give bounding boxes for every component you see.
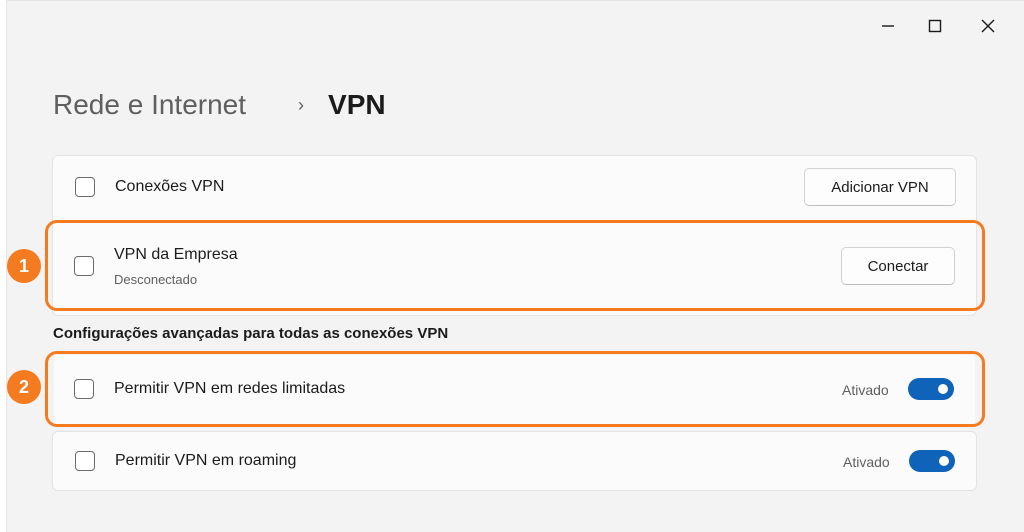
setting-row-roaming[interactable]: Permitir VPN em roaming Ativado	[52, 431, 977, 491]
add-vpn-button[interactable]: Adicionar VPN	[804, 168, 956, 206]
setting-roaming-toggle[interactable]	[909, 450, 955, 472]
annotation-badge-1: 1	[7, 249, 41, 283]
setting-roaming-label: Permitir VPN em roaming	[115, 452, 297, 469]
vpn-connections-label: Conexões VPN	[115, 178, 225, 195]
chevron-right-icon: ›	[298, 94, 305, 115]
setting-roaming-state: Ativado	[843, 454, 890, 470]
breadcrumb: Rede e Internet › VPN	[53, 89, 386, 121]
maximize-icon	[928, 19, 942, 33]
close-button[interactable]	[973, 13, 1003, 39]
minimize-button[interactable]	[873, 13, 903, 39]
vpn-connections-checkbox[interactable]	[75, 177, 95, 197]
toggle-knob	[939, 456, 949, 466]
page-title: VPN	[328, 89, 386, 120]
setting-roaming-checkbox[interactable]	[75, 451, 95, 471]
advanced-settings-title: Configurações avançadas para todas as co…	[53, 325, 449, 342]
settings-window: Rede e Internet › VPN Conexões VPN Adici…	[6, 0, 1024, 532]
breadcrumb-parent[interactable]: Rede e Internet	[53, 89, 246, 121]
close-icon	[981, 19, 995, 33]
highlight-frame-2	[45, 351, 985, 427]
highlight-frame-1	[45, 220, 985, 311]
minimize-icon	[882, 25, 894, 27]
maximize-button[interactable]	[920, 13, 950, 39]
annotation-badge-2: 2	[7, 370, 41, 404]
